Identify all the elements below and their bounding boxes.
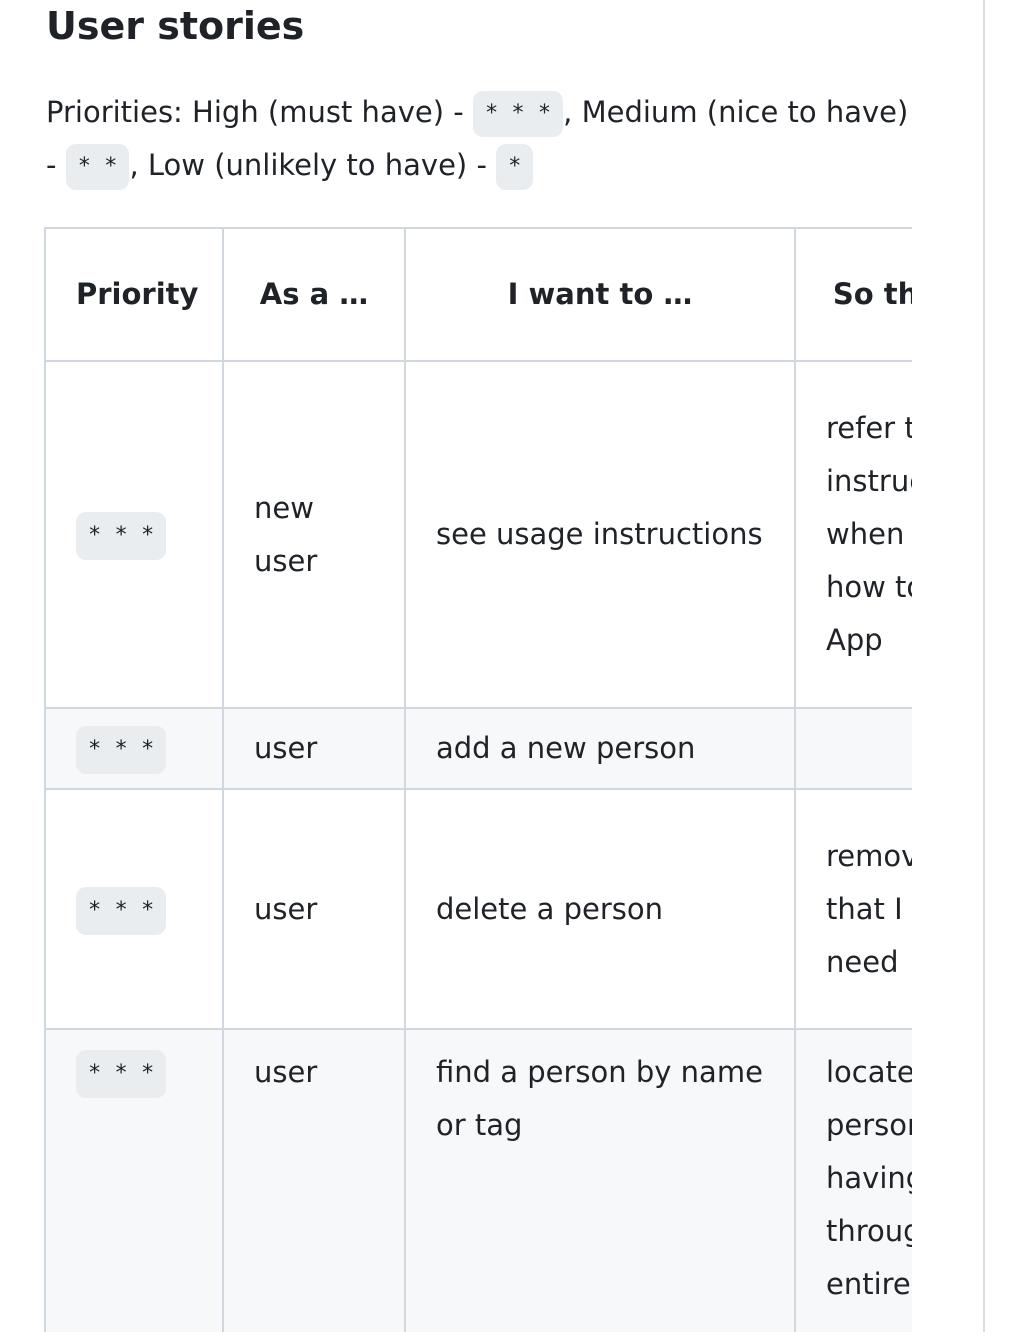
priority-code: * * * [76,1050,167,1098]
priority-cell: * * * [44,707,224,790]
table-header-row: Priority As a … I want to … So that I ca… [44,227,912,362]
so-that-cell: locate details of persons without having… [794,1028,912,1332]
as-a-cell: user [222,788,406,1030]
priority-cell: * * * [44,788,224,1030]
priority-code: * * * [76,512,167,560]
so-that-cell: refer to instructions when I forget how … [794,360,912,709]
header-i-want-to: I want to … [404,227,796,362]
priority-cell: * * * [44,1028,224,1332]
as-a-cell: new user [222,360,406,709]
so-that-cell [794,707,912,790]
priorities-low-text: , Low (unlikely to have) - [129,148,497,182]
priority-code: * * * [76,726,167,774]
table-row: * * * new user see usage instructions re… [44,360,912,709]
priority-low-code: * [496,144,534,190]
table-row: * * * user find a person by name or tag … [44,1028,912,1332]
as-a-cell: user [222,707,406,790]
want-cell: delete a person [404,788,796,1030]
priorities-legend: Priorities: High (must have) - * * *, Me… [46,86,926,192]
user-stories-table-scroll[interactable]: Priority As a … I want to … So that I ca… [44,227,912,1332]
priority-high-code: * * * [472,91,564,137]
header-priority: Priority [44,227,224,362]
table-row: * * * user delete a person remove entrie… [44,788,912,1030]
priority-cell: * * * [44,360,224,709]
table-row: * * * user add a new person [44,707,912,790]
priorities-intro: Priorities: High (must have) - [46,95,473,129]
want-cell: add a new person [404,707,796,790]
header-so-that: So that I can… [794,227,912,362]
want-cell: see usage instructions [404,360,796,709]
priority-code: * * * [76,886,167,935]
as-a-cell: user [222,1028,406,1332]
so-that-cell: remove entries that I no longer need [794,788,912,1030]
want-cell: find a person by name or tag [404,1028,796,1332]
priority-medium-code: * * [65,144,130,190]
section-heading: User stories [46,4,305,48]
content-right-border [983,0,985,1332]
header-as-a: As a … [222,227,406,362]
user-stories-table: Priority As a … I want to … So that I ca… [44,227,912,1332]
